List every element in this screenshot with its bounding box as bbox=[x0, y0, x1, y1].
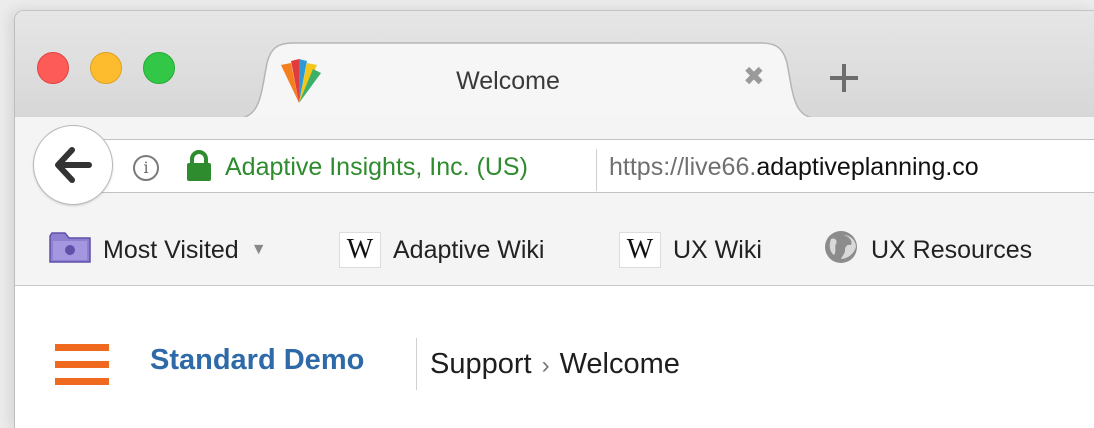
bookmark-label: UX Resources bbox=[871, 235, 1033, 264]
breadcrumb: Support › Welcome bbox=[430, 348, 680, 381]
bookmark-most-visited[interactable]: Most Visited ▼ bbox=[49, 230, 267, 271]
close-tab-icon[interactable]: ✖ bbox=[743, 63, 765, 89]
url-divider bbox=[596, 149, 597, 191]
tab-bar: Welcome ✖ bbox=[15, 11, 1094, 119]
bookmark-label: Most Visited bbox=[103, 235, 239, 264]
plus-icon[interactable] bbox=[827, 61, 861, 95]
tab-title: Welcome bbox=[456, 67, 560, 95]
back-button[interactable] bbox=[33, 125, 113, 205]
back-arrow-icon bbox=[55, 147, 92, 183]
bookmark-ux-resources[interactable]: UX Resources bbox=[823, 230, 1033, 268]
bookmark-label: Adaptive Wiki bbox=[393, 235, 545, 264]
lock-icon bbox=[185, 150, 213, 187]
minimize-window-button[interactable] bbox=[90, 52, 122, 84]
url-prefix: https://live66. bbox=[609, 153, 757, 181]
zoom-window-button[interactable] bbox=[143, 52, 175, 84]
globe-icon bbox=[823, 229, 859, 272]
header-divider bbox=[416, 338, 417, 390]
site-identity[interactable]: Adaptive Insights, Inc. (US) bbox=[225, 153, 528, 182]
bookmark-label: UX Wiki bbox=[673, 235, 762, 264]
folder-icon bbox=[49, 230, 91, 271]
breadcrumb-current: Welcome bbox=[559, 348, 680, 380]
hamburger-menu-icon[interactable] bbox=[55, 344, 109, 395]
app-header: Standard Demo Support › Welcome bbox=[15, 286, 1094, 428]
bookmark-adaptive-wiki[interactable]: W Adaptive Wiki bbox=[339, 232, 544, 268]
wikipedia-icon: W bbox=[619, 232, 661, 268]
browser-window: Welcome ✖ i Adaptive Insights, Inc. (US) bbox=[14, 10, 1094, 428]
org-name[interactable]: Standard Demo bbox=[150, 344, 364, 377]
wikipedia-icon: W bbox=[339, 232, 381, 268]
navigation-toolbar: i Adaptive Insights, Inc. (US) https://l… bbox=[15, 117, 1094, 213]
info-icon[interactable]: i bbox=[133, 155, 159, 181]
url-domain: adaptiveplanning.co bbox=[756, 153, 979, 181]
adaptive-insights-logo bbox=[277, 59, 321, 105]
url-text[interactable]: https://live66.adaptiveplanning.co bbox=[609, 153, 979, 182]
tab-welcome[interactable]: Welcome ✖ bbox=[233, 41, 821, 119]
chevron-down-icon: ▼ bbox=[250, 241, 267, 258]
breadcrumb-parent[interactable]: Support bbox=[430, 348, 532, 380]
bookmarks-toolbar: Most Visited ▼ W Adaptive Wiki W UX Wiki… bbox=[15, 213, 1094, 286]
bookmark-ux-wiki[interactable]: W UX Wiki bbox=[619, 232, 762, 268]
close-window-button[interactable] bbox=[37, 52, 69, 84]
breadcrumb-chevron: › bbox=[541, 352, 550, 379]
